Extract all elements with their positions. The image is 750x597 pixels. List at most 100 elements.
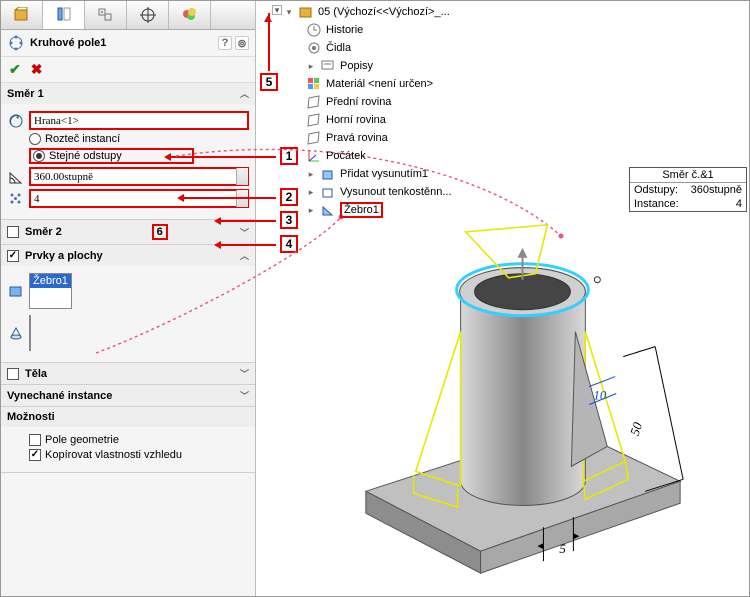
checkbox-label: Pole geometrie bbox=[45, 434, 119, 446]
callout-arrow-4 bbox=[216, 244, 276, 246]
face-icon bbox=[7, 325, 25, 341]
tab-property-manager[interactable] bbox=[43, 1, 85, 29]
section-vynech: Vynechané instance ﹀ bbox=[1, 385, 255, 407]
features-list[interactable]: Žebro1 bbox=[29, 273, 72, 309]
section-title: Vynechané instance bbox=[7, 390, 112, 402]
cancel-button[interactable]: ✖ bbox=[31, 61, 43, 78]
tree-label: Historie bbox=[326, 24, 363, 36]
section-title: Možnosti bbox=[7, 411, 55, 423]
tab-dimxpert[interactable] bbox=[127, 1, 169, 29]
help-icon[interactable]: ? bbox=[218, 36, 232, 50]
property-icon bbox=[56, 7, 72, 23]
plane-icon bbox=[306, 130, 322, 146]
annotation-icon bbox=[320, 58, 336, 74]
section-header-smer1[interactable]: Směr 1 ︿ bbox=[1, 83, 255, 104]
section-prvky: Prvky a plochy ︿ Žebro1 bbox=[1, 245, 255, 363]
tree-label: Horní rovina bbox=[326, 114, 386, 126]
feature-title-row: Kruhové pole1 ? ⊚ bbox=[1, 30, 255, 57]
tree-label: Pravá rovina bbox=[326, 132, 388, 144]
tree-item-popisy[interactable]: ▸ Popisy bbox=[306, 57, 474, 75]
angle-icon bbox=[7, 169, 25, 185]
callout-arrow-1 bbox=[166, 156, 276, 158]
checkbox-icon[interactable] bbox=[7, 226, 19, 238]
axis-input[interactable] bbox=[29, 111, 249, 130]
tree-label: Vysunout tenkostěnn... bbox=[340, 186, 452, 198]
radio-dot-icon bbox=[29, 133, 41, 145]
radio-roztec[interactable]: Rozteč instancí bbox=[29, 133, 249, 145]
expand-icon[interactable]: ▸ bbox=[306, 187, 316, 197]
origin-icon bbox=[306, 148, 322, 164]
chevron-down-icon: ﹀ bbox=[240, 226, 249, 239]
axis-icon bbox=[7, 113, 25, 129]
feature-name: Kruhové pole1 bbox=[30, 37, 106, 49]
tree-label: Čidla bbox=[326, 42, 351, 54]
tree-item-predni[interactable]: Přední rovina bbox=[306, 93, 474, 111]
tooltip-row: Odstupy:360stupně bbox=[630, 183, 746, 197]
tree-item-horni[interactable]: Horní rovina bbox=[306, 111, 474, 129]
angle-input[interactable] bbox=[29, 167, 249, 186]
callout-arrow-2 bbox=[179, 197, 276, 199]
tree-root[interactable]: ▾ 05 (Výchozí<<Výchozí>_... bbox=[284, 3, 474, 21]
tab-display[interactable] bbox=[169, 1, 211, 29]
tree-label: 05 (Výchozí<<Výchozí>_... bbox=[318, 6, 450, 18]
tree-item-vysun1[interactable]: ▸ Přidat vysunutím1 bbox=[306, 165, 474, 183]
confirm-row: ✔ ✖ bbox=[1, 57, 255, 83]
section-header-vynech[interactable]: Vynechané instance ﹀ bbox=[1, 385, 255, 406]
config-icon bbox=[98, 7, 114, 23]
tree-label: Přidat vysunutím1 bbox=[340, 168, 428, 180]
tree-label: Popisy bbox=[340, 60, 373, 72]
tree-item-tenko[interactable]: ▸ Vysunout tenkostěnn... bbox=[306, 183, 474, 201]
feature-icon bbox=[7, 283, 25, 299]
extrude-icon bbox=[320, 166, 336, 182]
tree-label: Počátek bbox=[326, 150, 366, 162]
checkbox-icon[interactable] bbox=[7, 368, 19, 380]
chevron-up-icon: ︿ bbox=[240, 87, 249, 100]
tab-configuration[interactable] bbox=[85, 1, 127, 29]
tree-label: Materiál <není určen> bbox=[326, 78, 433, 90]
chevron-down-icon: ﹀ bbox=[240, 389, 249, 402]
checkbox-label: Kopírovat vlastnosti vzhledu bbox=[45, 449, 182, 461]
list-item[interactable]: Žebro1 bbox=[30, 274, 71, 288]
count-icon bbox=[7, 191, 25, 207]
ok-button[interactable]: ✔ bbox=[9, 61, 21, 78]
flyout-tree: ▾ ▾ 05 (Výchozí<<Výchozí>_... Historie Č… bbox=[284, 3, 474, 219]
section-title: Směr 1 bbox=[7, 88, 44, 100]
expand-icon[interactable]: ▸ bbox=[306, 169, 316, 179]
collapse-icon[interactable]: ▾ bbox=[284, 7, 294, 17]
plane-icon bbox=[306, 112, 322, 128]
faces-list[interactable] bbox=[29, 315, 31, 351]
chk-kopirovat[interactable]: Kopírovat vlastnosti vzhledu bbox=[29, 449, 249, 461]
callout-arrow-3 bbox=[216, 220, 276, 222]
chevron-down-icon: ﹀ bbox=[240, 367, 249, 380]
tree-item-material[interactable]: Materiál <není určen> bbox=[306, 75, 474, 93]
pin-icon[interactable]: ⊚ bbox=[235, 36, 249, 50]
radio-label: Rozteč instancí bbox=[45, 133, 120, 145]
radio-label: Stejné odstupy bbox=[49, 150, 122, 162]
tree-item-cidla[interactable]: Čidla bbox=[306, 39, 474, 57]
callout-6: 6 bbox=[152, 224, 168, 240]
tab-feature-manager[interactable] bbox=[1, 1, 43, 29]
chevron-up-icon: ︿ bbox=[240, 249, 249, 262]
section-title: Těla bbox=[25, 368, 47, 380]
chk-pole-geom[interactable]: Pole geometrie bbox=[29, 434, 249, 446]
section-header-moznosti[interactable]: Možnosti bbox=[1, 407, 255, 427]
callout-5: 5 bbox=[260, 73, 278, 91]
thin-extrude-icon bbox=[320, 184, 336, 200]
dim-50: 50 bbox=[627, 420, 645, 437]
arrowhead-icon bbox=[264, 11, 272, 22]
property-manager-panel: Kruhové pole1 ? ⊚ ✔ ✖ Směr 1 ︿ bbox=[1, 1, 256, 596]
section-title: Prvky a plochy bbox=[25, 250, 103, 262]
graphics-viewport[interactable]: 10 50 5 bbox=[286, 201, 745, 592]
pm-tabbar bbox=[1, 1, 255, 30]
circular-pattern-icon bbox=[7, 34, 25, 52]
expand-icon[interactable]: ▸ bbox=[306, 61, 316, 71]
tree-item-prava[interactable]: Pravá rovina bbox=[306, 129, 474, 147]
section-header-tela[interactable]: Těla ﹀ bbox=[1, 363, 255, 384]
part-gold-icon bbox=[298, 4, 314, 20]
checkbox-on-icon[interactable] bbox=[7, 250, 19, 262]
tree-item-pocatek[interactable]: Počátek bbox=[306, 147, 474, 165]
tree-toggle-icon[interactable]: ▾ bbox=[272, 5, 282, 15]
checkbox-icon bbox=[29, 434, 41, 446]
history-icon bbox=[306, 22, 322, 38]
tree-item-historie[interactable]: Historie bbox=[306, 21, 474, 39]
